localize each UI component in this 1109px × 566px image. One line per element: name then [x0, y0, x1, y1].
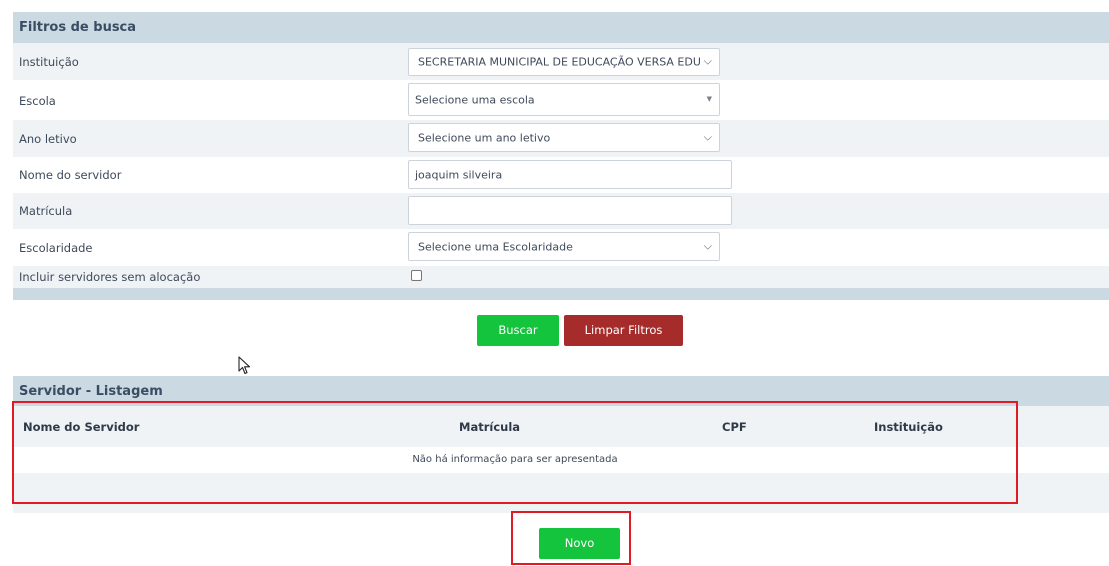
escola-select[interactable]: Selecione uma escola ▼	[408, 83, 720, 116]
table-highlight-box	[12, 401, 1018, 504]
clear-filters-button[interactable]: Limpar Filtros	[564, 315, 683, 346]
row-sem-alocacao: Incluir servidores sem alocação	[13, 266, 1109, 288]
row-matricula: Matrícula	[13, 193, 1109, 229]
ano-letivo-placeholder: Selecione um ano letivo	[418, 131, 551, 144]
escola-label: Escola	[19, 94, 56, 108]
row-nome-servidor: Nome do servidor joaquim silveira	[13, 157, 1109, 193]
instituicao-select[interactable]: SECRETARIA MUNICIPAL DE EDUCAÇÃO VERSA E…	[408, 48, 720, 76]
ano-letivo-select[interactable]: Selecione um ano letivo ⌵	[408, 123, 720, 152]
escolaridade-label: Escolaridade	[19, 241, 93, 255]
instituicao-value: SECRETARIA MUNICIPAL DE EDUCAÇÃO VERSA E…	[418, 55, 700, 69]
filters-panel: Filtros de busca Instituição SECRETARIA …	[13, 12, 1109, 300]
new-button[interactable]: Novo	[539, 528, 620, 559]
row-escolaridade: Escolaridade Selecione uma Escolaridade …	[13, 229, 1109, 266]
chevron-down-icon: ⌵	[703, 239, 712, 253]
mouse-cursor-icon	[238, 356, 251, 375]
filters-title: Filtros de busca	[13, 12, 1109, 43]
sem-alocacao-label: Incluir servidores sem alocação	[19, 270, 201, 284]
escola-placeholder: Selecione uma escola	[415, 93, 535, 106]
matricula-input[interactable]	[408, 196, 732, 225]
ano-letivo-label: Ano letivo	[19, 132, 77, 146]
escolaridade-placeholder: Selecione uma Escolaridade	[418, 240, 573, 253]
sem-alocacao-checkbox[interactable]	[411, 270, 422, 281]
instituicao-label: Instituição	[19, 55, 79, 69]
escolaridade-select[interactable]: Selecione uma Escolaridade ⌵	[408, 232, 720, 261]
chevron-down-icon: ⌵	[703, 130, 712, 144]
search-button[interactable]: Buscar	[477, 315, 559, 346]
matricula-label: Matrícula	[19, 204, 73, 218]
row-ano-letivo: Ano letivo Selecione um ano letivo ⌵	[13, 120, 1109, 157]
row-escola: Escola Selecione uma escola ▼	[13, 80, 1109, 120]
filters-footer-bar	[13, 288, 1109, 300]
caret-down-icon: ▼	[706, 94, 712, 103]
row-instituicao: Instituição SECRETARIA MUNICIPAL DE EDUC…	[13, 43, 1109, 80]
nome-servidor-label: Nome do servidor	[19, 168, 122, 182]
chevron-down-icon: ⌵	[703, 54, 712, 68]
nome-servidor-value: joaquim silveira	[415, 168, 503, 181]
nome-servidor-input[interactable]: joaquim silveira	[408, 160, 732, 189]
